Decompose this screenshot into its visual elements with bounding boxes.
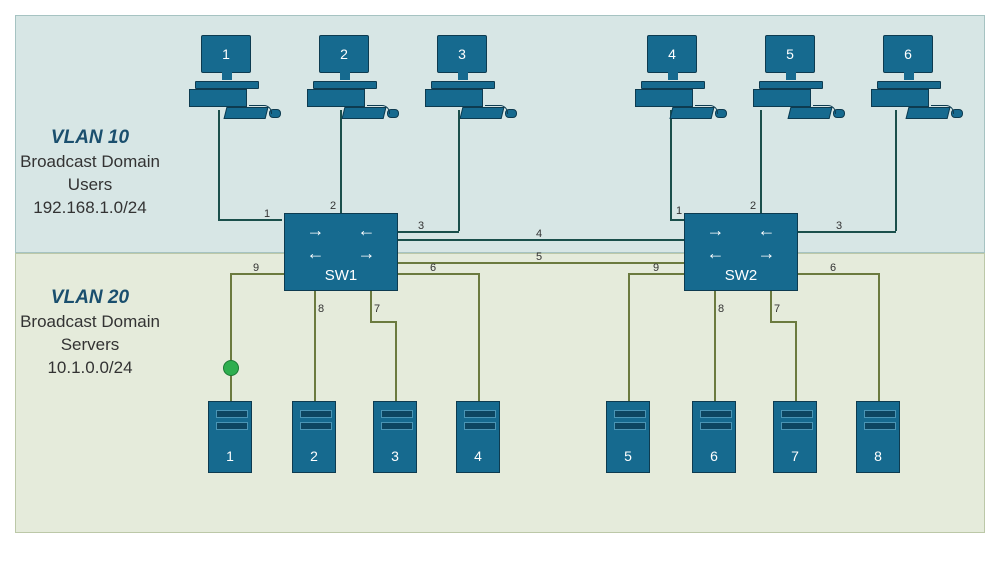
sw2-port3-label: 3	[836, 220, 842, 232]
sw1-port3-label: 3	[418, 220, 424, 232]
sw2-port1-label: 1	[676, 205, 682, 217]
link-srv7-sw2-h	[770, 321, 795, 323]
pc-6-monitor: 6	[883, 35, 933, 73]
link-pc5-sw2	[760, 110, 762, 213]
server-4: 4	[456, 401, 500, 473]
server-8: 8	[856, 401, 900, 473]
vlan10-title: VLAN 10	[51, 127, 129, 148]
link-pc4-sw2-v	[670, 110, 672, 219]
link-pc1-sw1-h	[218, 219, 282, 221]
link-srv7-sw2-v1	[770, 291, 772, 321]
sw1-port4-label: 4	[536, 228, 542, 240]
link-srv6-sw2	[714, 291, 716, 401]
link-srv3-sw1-v2	[395, 321, 397, 401]
server-6-label: 6	[710, 448, 718, 464]
server-2-label: 2	[310, 448, 318, 464]
link-pc3-sw1-v	[458, 110, 460, 231]
link-pc2-sw1	[340, 110, 342, 213]
switch-sw2-label: SW2	[685, 267, 797, 284]
sw1-port5-label: 5	[536, 251, 542, 263]
vlan10-label: VLAN 10 Broadcast Domain Users 192.168.1…	[10, 125, 170, 219]
link-srv4-sw1-h	[398, 273, 478, 275]
link-srv7-sw2-v2	[795, 321, 797, 401]
switch-arrows-icon: →←←→	[291, 220, 391, 262]
pc-1-monitor: 1	[201, 35, 251, 73]
link-srv3-sw1-h	[370, 321, 395, 323]
link-pc1-sw1	[218, 110, 220, 219]
pc-2-label: 2	[340, 46, 348, 62]
server-6: 6	[692, 401, 736, 473]
switch-sw2: →←←→ SW2	[684, 213, 798, 291]
pc-3-monitor: 3	[437, 35, 487, 73]
link-pc6-sw2-v	[895, 110, 897, 231]
pc-6-label: 6	[904, 46, 912, 62]
link-srv5-sw2-v	[628, 273, 630, 401]
server-1-label: 1	[226, 448, 234, 464]
pc-4: 4	[635, 35, 725, 125]
sw1-port6-label: 6	[430, 262, 436, 274]
server-3-label: 3	[391, 448, 399, 464]
link-srv8-sw2-v	[878, 273, 880, 401]
pc-4-label: 4	[668, 46, 676, 62]
sw1-port9-label: 9	[253, 262, 259, 274]
link-pc6-sw2-h	[798, 231, 896, 233]
vlan20-line2: Servers	[61, 335, 120, 354]
sw1-port2-label: 2	[330, 200, 336, 212]
pc-5-label: 5	[786, 46, 794, 62]
vlan10-line1: Broadcast Domain	[20, 152, 160, 171]
server-5: 5	[606, 401, 650, 473]
pc-4-monitor: 4	[647, 35, 697, 73]
server-7-label: 7	[791, 448, 799, 464]
vlan20-subnet: 10.1.0.0/24	[47, 358, 132, 377]
switch-sw1-label: SW1	[285, 267, 397, 284]
link-srv1-sw1-v	[230, 273, 232, 401]
pc-2-monitor: 2	[319, 35, 369, 73]
link-srv4-sw1-v	[478, 273, 480, 401]
server-2: 2	[292, 401, 336, 473]
sw2-port6-label: 6	[830, 262, 836, 274]
server-8-label: 8	[874, 448, 882, 464]
sw2-port7-label: 7	[774, 303, 780, 315]
server-1: 1	[208, 401, 252, 473]
vlan20-title: VLAN 20	[51, 287, 129, 308]
link-srv2-sw1	[314, 291, 316, 401]
sw1-port7-label: 7	[374, 303, 380, 315]
network-diagram: VLAN 10 Broadcast Domain Users 192.168.1…	[0, 0, 1000, 563]
pc-3-label: 3	[458, 46, 466, 62]
switch-arrows-icon: →←←→	[691, 220, 791, 262]
server-7: 7	[773, 401, 817, 473]
server-5-label: 5	[624, 448, 632, 464]
pc-5: 5	[753, 35, 843, 125]
pc-1: 1	[189, 35, 279, 125]
link-pc3-sw1-h	[398, 231, 459, 233]
server-3: 3	[373, 401, 417, 473]
sw2-port8-label: 8	[718, 303, 724, 315]
vlan10-line2: Users	[68, 175, 112, 194]
vlan20-label: VLAN 20 Broadcast Domain Servers 10.1.0.…	[10, 285, 170, 379]
sw1-port1-label: 1	[264, 208, 270, 220]
link-pc4-sw2-h	[670, 219, 684, 221]
link-srv8-sw2-h	[798, 273, 878, 275]
pc-3: 3	[425, 35, 515, 125]
active-indicator-icon	[223, 360, 239, 376]
sw2-port9-label: 9	[653, 262, 659, 274]
server-4-label: 4	[474, 448, 482, 464]
vlan20-line1: Broadcast Domain	[20, 312, 160, 331]
link-srv3-sw1-v1	[370, 291, 372, 321]
vlan10-subnet: 192.168.1.0/24	[33, 198, 146, 217]
switch-sw1: →←←→ SW1	[284, 213, 398, 291]
pc-1-label: 1	[222, 46, 230, 62]
pc-6: 6	[871, 35, 961, 125]
sw1-port8-label: 8	[318, 303, 324, 315]
pc-2: 2	[307, 35, 397, 125]
sw2-port2-label: 2	[750, 200, 756, 212]
pc-5-monitor: 5	[765, 35, 815, 73]
